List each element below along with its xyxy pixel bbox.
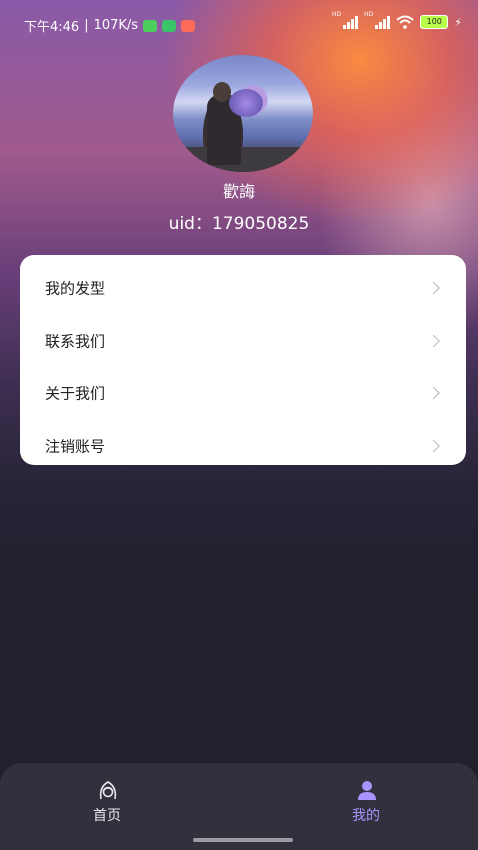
signal-icon-2 bbox=[375, 15, 391, 29]
tab-mine[interactable]: 我的 bbox=[286, 763, 446, 833]
wechat-icon bbox=[162, 19, 177, 32]
menu-item-delete-account[interactable]: 注销账号 bbox=[20, 420, 466, 472]
tab-home-label: 首页 bbox=[93, 808, 121, 824]
user-id: uid：179050825 bbox=[168, 214, 310, 234]
menu-item-about-us[interactable]: 关于我们 bbox=[20, 367, 466, 419]
tab-mine-label: 我的 bbox=[352, 808, 380, 824]
chevron-right-icon bbox=[427, 281, 440, 295]
status-right: HD HD 100 ⚡ bbox=[332, 11, 462, 29]
status-time: 下午4:46 bbox=[24, 20, 80, 35]
status-bar: 下午4:46 | 107K/s HD HD 100 ⚡ bbox=[0, 0, 478, 48]
status-separator: | bbox=[84, 18, 89, 33]
chevron-right-icon bbox=[427, 439, 440, 453]
avatar-rock bbox=[173, 147, 313, 172]
menu-item-label: 我的发型 bbox=[45, 279, 106, 298]
username: 歡誨 bbox=[222, 182, 255, 201]
avatar-head bbox=[213, 82, 231, 102]
chevron-right-icon bbox=[427, 386, 440, 400]
bottom-tab-bar: 首页 我的 bbox=[0, 763, 478, 850]
charging-icon: ⚡ bbox=[454, 15, 462, 29]
signal-icon bbox=[343, 15, 359, 29]
tab-home[interactable]: 首页 bbox=[27, 763, 187, 833]
home-indicator bbox=[193, 838, 293, 842]
hd-label-1: HD bbox=[331, 10, 342, 18]
user-icon bbox=[358, 781, 376, 800]
status-left: 下午4:46 | 107K/s bbox=[24, 16, 196, 35]
network-speed: 107K/s bbox=[93, 18, 139, 33]
menu-item-my-hairstyle[interactable]: 我的发型 bbox=[20, 262, 466, 314]
avatar[interactable] bbox=[173, 55, 313, 172]
chevron-right-icon bbox=[427, 334, 440, 348]
menu-item-label: 联系我们 bbox=[45, 332, 106, 351]
menu-item-label: 注销账号 bbox=[45, 437, 106, 456]
hd-label-2: HD bbox=[364, 10, 374, 18]
menu-item-label: 关于我们 bbox=[45, 384, 106, 403]
menu-item-contact-us[interactable]: 联系我们 bbox=[20, 315, 466, 367]
messages-app-icon bbox=[143, 19, 158, 32]
notification-app-icon bbox=[181, 19, 196, 32]
menu-card: 我的发型 联系我们 关于我们 注销账号 bbox=[20, 255, 466, 465]
wifi-icon bbox=[396, 15, 414, 29]
avatar-flowers bbox=[229, 89, 263, 117]
hairstyle-head-icon bbox=[99, 781, 117, 800]
battery-icon: 100 bbox=[420, 15, 449, 29]
